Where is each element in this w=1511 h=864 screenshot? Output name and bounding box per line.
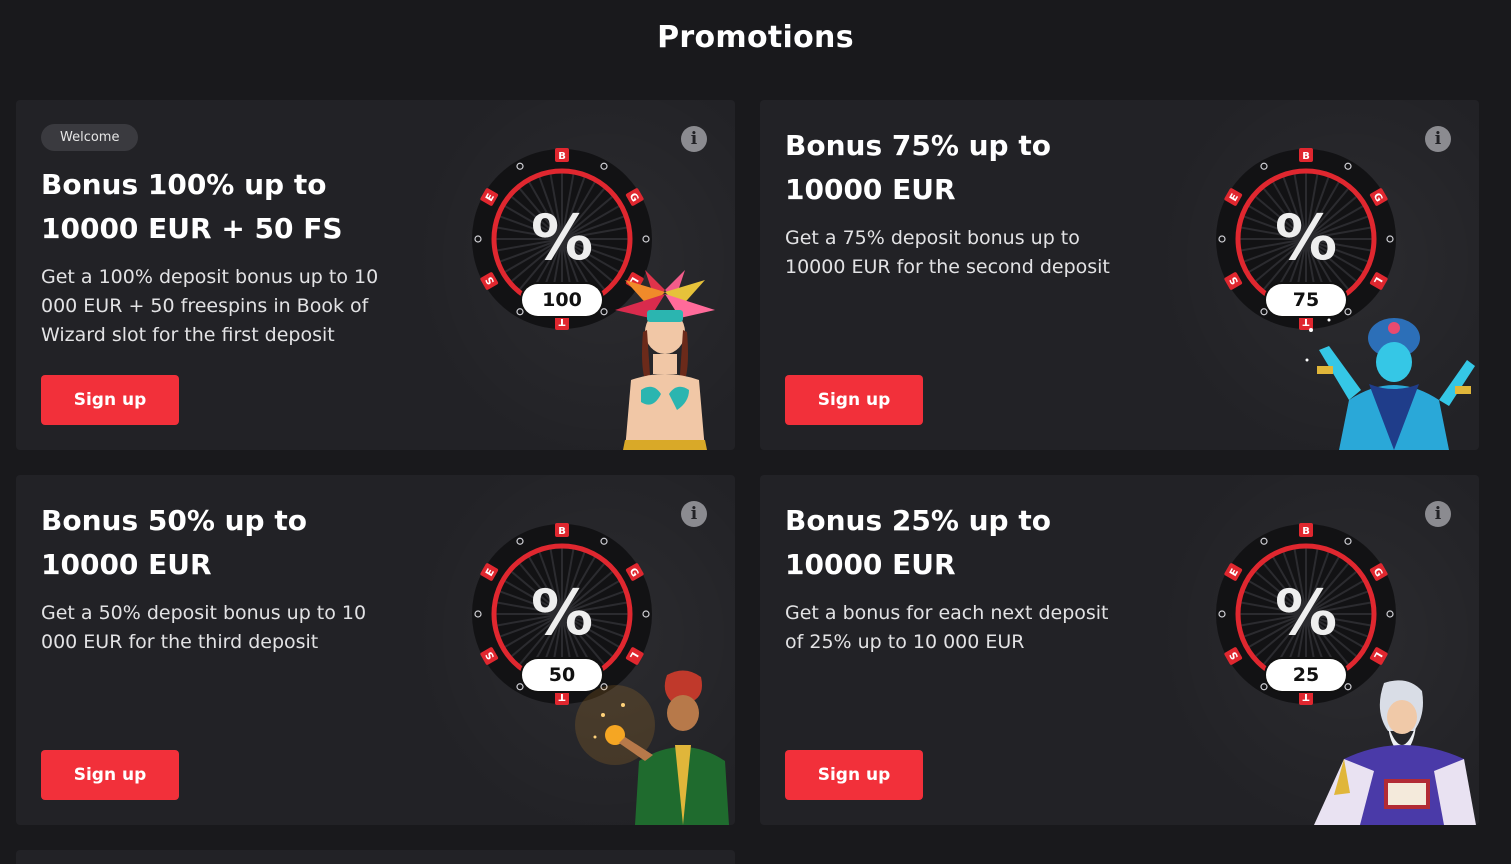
promo-description: Get a 100% deposit bonus up to 10 000 EU… — [41, 266, 379, 346]
promo-title: Bonus 100% up to 10000 EUR + 50 FS — [41, 168, 343, 245]
promo-card-next-deposits: i Bonus 25% up to 10000 EUR Get a bonus … — [760, 475, 1479, 825]
promo-description: Get a 75% deposit bonus up to 10000 EUR … — [785, 227, 1110, 278]
feathered-dancer-illustration — [595, 270, 735, 450]
promo-title: Bonus 50% up to 10000 EUR — [41, 504, 307, 581]
svg-text:B: B — [558, 526, 566, 537]
promo-card-welcome: i Welcome Bonus 100% up to 10000 EUR + 5… — [16, 100, 735, 450]
page-title: Promotions — [657, 20, 854, 55]
svg-text:T: T — [558, 691, 565, 702]
svg-text:%: % — [531, 201, 593, 274]
wizard-illustration — [1304, 675, 1479, 825]
promo-card-second-deposit: i Bonus 75% up to 10000 EUR Get a 75% de… — [760, 100, 1479, 450]
promo-card-third-deposit: i Bonus 50% up to 10000 EUR Get a 50% de… — [16, 475, 735, 825]
sign-up-button[interactable]: Sign up — [785, 750, 923, 800]
promo-title: Bonus 25% up to 10000 EUR — [785, 504, 1051, 581]
sultan-illustration — [575, 665, 735, 825]
promo-title: Bonus 75% up to 10000 EUR — [785, 129, 1051, 206]
percent-wheel: B G L T S E% 75 — [1212, 145, 1400, 333]
promo-description: Get a 50% deposit bonus up to 10 000 EUR… — [41, 602, 367, 653]
svg-text:%: % — [1275, 576, 1337, 649]
info-icon[interactable]: i — [1425, 126, 1451, 152]
svg-text:B: B — [558, 151, 566, 162]
sign-up-button[interactable]: Sign up — [41, 375, 179, 425]
svg-text:%: % — [531, 576, 593, 649]
sign-up-button[interactable]: Sign up — [41, 750, 179, 800]
info-icon[interactable]: i — [681, 501, 707, 527]
welcome-badge: Welcome — [41, 124, 139, 151]
promotions-page: Promotions i Welcome Bonus 100% up to 10… — [0, 0, 1511, 864]
info-icon[interactable]: i — [1425, 501, 1451, 527]
sign-up-button[interactable]: Sign up — [785, 375, 923, 425]
svg-text:T: T — [558, 316, 565, 327]
wheel-value: 100 — [522, 284, 602, 316]
promo-card-partial — [16, 850, 735, 864]
genie-illustration — [1299, 310, 1479, 450]
promo-description: Get a bonus for each next deposit of 25%… — [785, 602, 1109, 653]
svg-text:%: % — [1275, 201, 1337, 274]
svg-text:B: B — [1302, 526, 1310, 537]
info-icon[interactable]: i — [681, 126, 707, 152]
svg-text:B: B — [1302, 151, 1310, 162]
